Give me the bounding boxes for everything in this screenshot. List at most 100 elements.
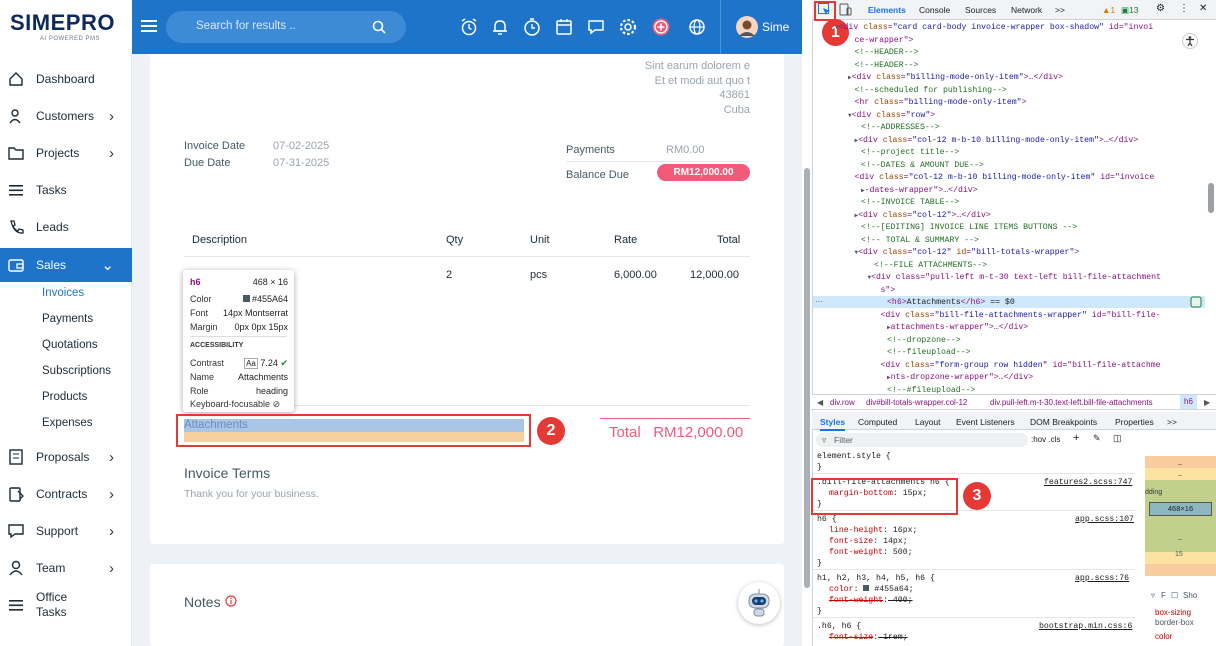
dom-comment[interactable]: <!--HEADER--> [855,48,919,57]
tab-console[interactable]: Console [919,5,950,15]
tab-elements[interactable]: Elements [868,5,906,15]
css-property[interactable]: line-height: 16px; [829,526,917,535]
gear-icon[interactable] [618,17,638,37]
dom-node[interactable]: ▼<div class="col-12" id="bill-totals-wra… [855,248,1080,257]
dom-comment[interactable]: <!-- TOTAL & SUMMARY --> [861,236,979,245]
checkbox[interactable]: ☐ [1171,591,1178,600]
sidebar-item-dashboard[interactable]: Dashboard [0,62,132,96]
dom-node[interactable]: <div class="form-group row hidden" id="b… [881,361,1161,370]
breadcrumb-item-selected[interactable]: h6 [1180,395,1197,409]
sidebar-subitem-products[interactable]: Products [42,391,87,403]
css-selector[interactable]: h1, h2, h3, h4, h5, h6 { [817,574,935,583]
sidebar-item-projects[interactable]: Projects › [0,136,132,170]
dom-node[interactable]: ▼<div class="row"> [848,111,935,120]
paint-icon[interactable]: ✎ [1093,433,1101,444]
copy-icon[interactable] [1190,296,1202,308]
dom-node[interactable]: ▶attachments-wrapper">…</div> [887,323,1028,332]
dom-node[interactable]: ▼<div class="pull-left m-t-30 text-left … [868,273,1162,282]
hamburger-icon[interactable] [141,19,157,33]
css-selector[interactable]: element.style { [817,452,891,461]
dom-comment[interactable]: <!--project title--> [861,148,959,157]
tab-more[interactable]: >> [1055,5,1065,15]
css-property[interactable]: font-size: 14px; [829,537,908,546]
sidebar-item-team[interactable]: Team › [0,551,132,585]
styles-filter-input[interactable]: ▿ Filter [816,433,1028,447]
sidebar-item-contracts[interactable]: Contracts › [0,477,132,511]
brand-logo[interactable]: SIMEPRO AI POWERED PMS [0,0,132,54]
tab-event-listeners[interactable]: Event Listeners [956,417,1015,427]
dom-node[interactable]: ▶-dates-wrapper">…</div> [861,186,978,195]
css-property[interactable]: font-size: 1rem; [829,633,908,642]
sidebar-subitem-payments[interactable]: Payments [42,313,93,325]
sidebar-item-customers[interactable]: Customers › [0,99,132,133]
dom-node[interactable]: <div class="bill-file-attachments-wrappe… [881,311,1161,320]
tab-styles[interactable]: Styles [820,417,846,431]
accessibility-icon[interactable] [1182,33,1198,49]
dom-comment[interactable]: <!--dropzone--> [887,336,961,345]
sidebar-subitem-quotations[interactable]: Quotations [42,339,98,351]
dom-node[interactable]: ▶nts-dropzone-wrapper">…</div> [887,373,1033,382]
globe-icon[interactable] [687,17,707,37]
sidebar-item-proposals[interactable]: Proposals › [0,440,132,474]
dom-node[interactable]: <h6>Attachments</h6> == $0 [887,298,1015,307]
ai-assistant-button[interactable] [738,582,780,624]
dom-node[interactable]: ▶<div class="col-12">…</div> [855,211,991,220]
messages-count[interactable]: ▣13 [1121,5,1139,16]
sidebar-item-tasks[interactable]: Tasks [0,173,132,207]
tab-computed[interactable]: Computed [858,417,897,427]
search-icon[interactable] [372,20,386,34]
dom-node[interactable]: ▶<div class="billing-mode-only-item">…</… [848,73,1063,82]
dom-node[interactable]: ▶<div class="col-12 m-b-10 billing-mode-… [855,136,1139,145]
dom-node[interactable]: ▼<div class="card card-body invoice-wrap… [835,23,1153,32]
close-icon[interactable]: ✕ [1199,3,1207,14]
sidebar-subitem-subscriptions[interactable]: Subscriptions [42,365,111,377]
search-input[interactable]: Search for results .. [166,11,406,43]
timer-icon[interactable] [522,17,542,37]
user-menu[interactable]: Sime [720,0,802,54]
chevron-right-icon[interactable]: ▶ [1204,398,1210,407]
breadcrumb-item[interactable]: div#bill-totals-wrapper.col-12 [866,398,967,407]
dom-scrollbar[interactable] [1208,183,1214,213]
css-source-link[interactable]: app.scss:107 [1075,515,1134,524]
dom-comment[interactable]: <!--[EDITING] INVOICE LINE ITEMS BUTTONS… [861,223,1077,232]
css-property[interactable]: color: #455a64; [829,585,914,594]
sidebar-item-sales[interactable]: Sales ⌄ [0,248,132,282]
dom-comment[interactable]: <!--FILE ATTACHMENTS--> [874,261,987,270]
breadcrumb-item[interactable]: div.pull-left.m-t-30.text-left.bill-file… [990,398,1153,407]
sidebar-item-support[interactable]: Support › [0,514,132,548]
chevron-left-icon[interactable]: ◀ [817,398,823,407]
chat-icon[interactable] [586,17,606,37]
dom-node[interactable]: ce-wrapper"> [855,36,914,45]
calendar-icon[interactable] [554,17,574,37]
warnings-count[interactable]: ▲1 [1102,5,1115,15]
dom-node[interactable]: s"> [881,286,896,295]
dom-comment[interactable]: <!--DATES & AMOUNT DUE--> [861,161,984,170]
dom-node[interactable]: <hr class="billing-mode-only-item"> [855,98,1027,107]
sidebar-subitem-expenses[interactable]: Expenses [42,417,93,429]
dom-comment[interactable]: <!--scheduled for publishing--> [855,86,1007,95]
tab-properties[interactable]: Properties [1115,417,1154,427]
dom-comment[interactable]: <!--INVOICE TABLE--> [861,198,959,207]
css-property[interactable]: font-weight: 500; [829,548,913,557]
css-source-link[interactable]: features2.scss:747 [1044,478,1132,487]
css-property[interactable]: font-weight: 400; [829,596,913,605]
dom-comment[interactable]: <!--fileupload--> [887,348,971,357]
tab-more[interactable]: >> [1167,417,1177,427]
sidebar-toggle-icon[interactable]: ◫ [1113,433,1122,444]
tab-dom-breakpoints[interactable]: DOM Breakpoints [1030,417,1097,427]
add-rule-icon[interactable]: + [1073,432,1079,444]
device-toggle-icon[interactable] [839,3,852,16]
gear-icon[interactable]: ⚙ [1156,3,1165,14]
sidebar-item-leads[interactable]: Leads [0,210,132,244]
css-selector[interactable]: .h6, h6 { [817,622,861,631]
sidebar-subitem-invoices[interactable]: Invoices [42,287,84,299]
hov-cls-toggle[interactable]: :hov .cls [1031,435,1060,444]
breadcrumb-item[interactable]: div.row [830,398,855,407]
css-selector[interactable]: h6 { [817,515,837,524]
sidebar-item-office-tasks[interactable]: Office Tasks [0,588,132,622]
dom-node[interactable]: <div class="col-12 m-b-10 billing-mode-o… [855,173,1155,182]
tab-sources[interactable]: Sources [965,5,996,15]
page-scrollbar[interactable] [804,168,810,588]
alarm-clock-icon[interactable] [459,17,479,37]
plus-circle-icon[interactable] [651,17,671,37]
